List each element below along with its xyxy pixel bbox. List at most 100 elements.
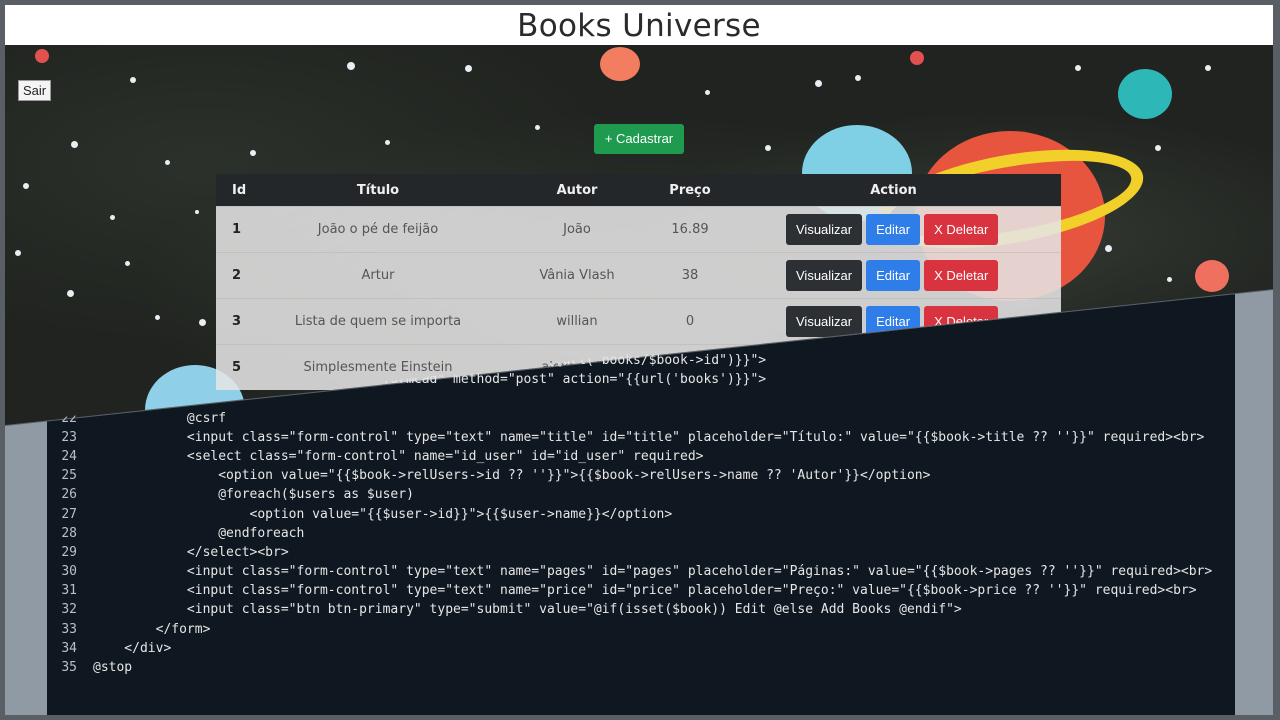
teal-planet — [1118, 69, 1172, 119]
code-line: 35 @stop — [45, 658, 1233, 677]
cell-actions: Visualizar Editar X Deletar — [726, 260, 1061, 291]
star — [15, 250, 21, 256]
code-line: 26 @foreach($users as $user) — [45, 485, 1233, 504]
star — [130, 77, 136, 83]
star — [23, 183, 29, 189]
cell-id: 5 — [232, 360, 242, 375]
header-id: Id — [232, 182, 247, 198]
code-block: action="{{url("books/$book->id")}}"> 20 … — [45, 351, 1233, 677]
cell-actions: Visualizar Editar X Deletar — [726, 214, 1061, 245]
star — [705, 90, 710, 95]
star — [1155, 145, 1161, 151]
code-text: <input class="btn btn-primary" type="sub… — [93, 602, 962, 618]
star — [465, 65, 472, 72]
app-title: Books Universe — [5, 5, 1273, 45]
cell-id: 3 — [232, 314, 242, 329]
star — [535, 125, 540, 130]
delete-button[interactable]: X Deletar — [924, 214, 999, 245]
star — [1075, 65, 1081, 71]
star — [199, 319, 206, 326]
line-number: 34 — [61, 640, 77, 656]
cell-price: 38 — [681, 268, 699, 283]
code-line: 25 <option value="{{$book->relUsers->id … — [45, 466, 1233, 485]
star — [1105, 245, 1112, 252]
code-line: 24 <select class="form-control" name="id… — [45, 447, 1233, 466]
cell-author: Vânia Vlash — [539, 268, 615, 283]
code-text: <option value="{{$book->relUsers->id ?? … — [93, 468, 931, 484]
table-header: Id Título Autor Preço Action — [216, 174, 1061, 206]
view-button[interactable]: Visualizar — [786, 306, 863, 337]
cell-author: willian — [556, 314, 598, 329]
header-price: Preço — [669, 182, 711, 198]
header-action: Action — [870, 182, 917, 198]
line-number: 27 — [61, 506, 77, 522]
code-line: 22 @csrf — [45, 409, 1233, 428]
code-line: 23 <input class="form-control" type="tex… — [45, 428, 1233, 447]
logout-button[interactable]: Sair — [18, 80, 52, 101]
code-line: 30 <input class="form-control" type="tex… — [45, 562, 1233, 581]
cell-price: 0 — [685, 314, 695, 329]
line-number: 25 — [61, 468, 77, 484]
edit-button[interactable]: Editar — [866, 260, 921, 291]
star — [110, 215, 115, 220]
cell-title: João o pé de feijão — [317, 222, 439, 237]
star — [765, 145, 771, 151]
star — [855, 75, 861, 81]
code-line: 28 @endforeach — [45, 524, 1233, 543]
star — [125, 261, 130, 266]
view-button[interactable]: Visualizar — [786, 260, 863, 291]
code-text: <input class="form-control" type="text" … — [93, 564, 1213, 580]
star — [155, 315, 160, 320]
red-planet-small — [910, 51, 924, 65]
code-text: <input class="form-control" type="text" … — [93, 429, 1205, 445]
star — [67, 290, 74, 297]
star — [347, 62, 355, 70]
code-text: @stop — [93, 660, 133, 675]
line-number: 30 — [61, 564, 77, 580]
orange-planet — [600, 47, 640, 81]
code-line: 31 <input class="form-control" type="tex… — [45, 581, 1233, 600]
code-text: <input class="form-control" type="text" … — [93, 583, 1197, 599]
cell-title: Artur — [361, 268, 395, 283]
cell-title: Lista de quem se importa — [294, 314, 462, 329]
table-row: 1 João o pé de feijão João 16.89 Visuali… — [216, 206, 1061, 252]
line-number: 31 — [61, 583, 77, 599]
code-text: </select><br> — [93, 544, 289, 560]
code-text: @foreach($users as $user) — [93, 487, 414, 503]
line-number: 26 — [61, 487, 77, 503]
header-title: Título — [356, 182, 400, 198]
star — [165, 160, 170, 165]
line-number: 29 — [61, 544, 77, 560]
edit-button[interactable]: Editar — [866, 214, 921, 245]
cell-id: 1 — [232, 222, 242, 237]
line-number: 32 — [61, 602, 77, 618]
line-number: 24 — [61, 448, 77, 464]
code-text: <select class="form-control" name="id_us… — [93, 448, 704, 464]
line-number: 33 — [61, 621, 77, 637]
cell-id: 2 — [232, 268, 242, 283]
star — [385, 140, 390, 145]
star — [195, 210, 199, 214]
line-number: 23 — [61, 429, 77, 445]
code-line: 34 </div> — [45, 639, 1233, 658]
star — [1167, 277, 1172, 282]
small-red-planet — [1195, 260, 1229, 292]
star — [250, 150, 256, 156]
code-line: 27 <option value="{{$user->id}}">{{$user… — [45, 505, 1233, 524]
delete-button[interactable]: X Deletar — [924, 260, 999, 291]
view-button[interactable]: Visualizar — [786, 214, 863, 245]
star — [1205, 65, 1211, 71]
cell-price: 16.89 — [671, 222, 709, 237]
code-line: 33 </form> — [45, 620, 1233, 639]
code-text: @endforeach — [93, 525, 305, 541]
add-book-button[interactable]: + Cadastrar — [594, 124, 684, 154]
star — [815, 80, 822, 87]
header-author: Autor — [556, 182, 598, 198]
line-number: 35 — [61, 660, 77, 675]
code-text: <option value="{{$user->id}}">{{$user->n… — [93, 506, 673, 522]
code-text: </div> — [93, 640, 172, 656]
code-line: 32 <input class="btn btn-primary" type="… — [45, 600, 1233, 619]
code-text: </form> — [93, 621, 211, 637]
code-line: 29 </select><br> — [45, 543, 1233, 562]
code-text: @csrf — [93, 410, 227, 426]
